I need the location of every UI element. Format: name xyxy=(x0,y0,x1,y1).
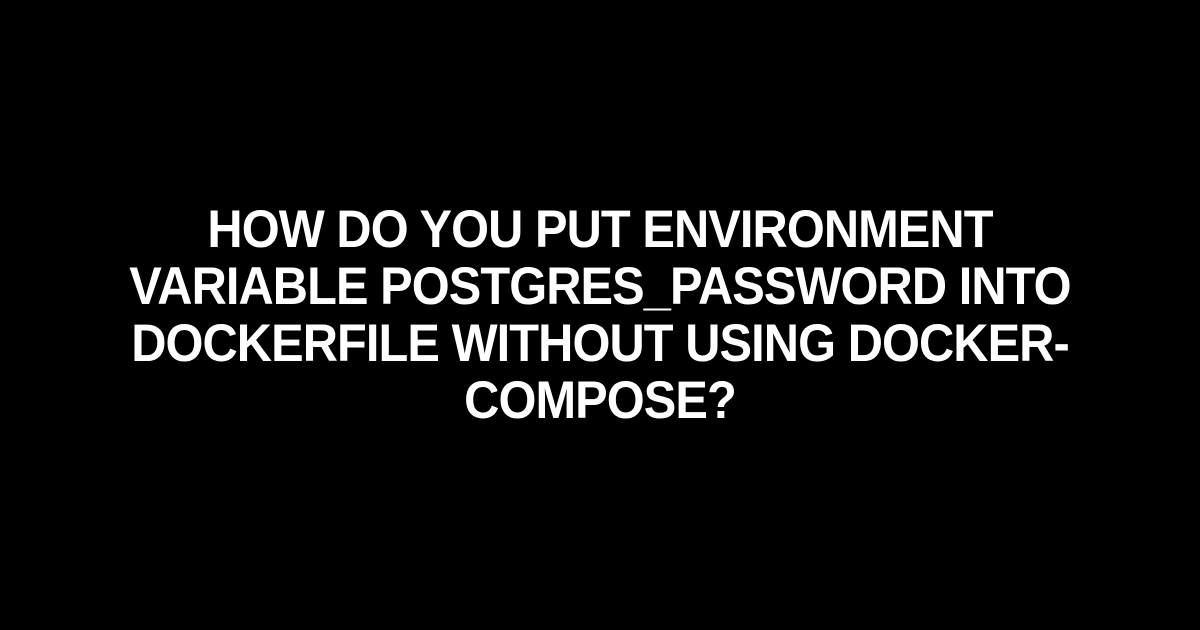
page-title: HOW DO YOU PUT ENVIRONMENT VARIABLE POST… xyxy=(48,201,1152,430)
